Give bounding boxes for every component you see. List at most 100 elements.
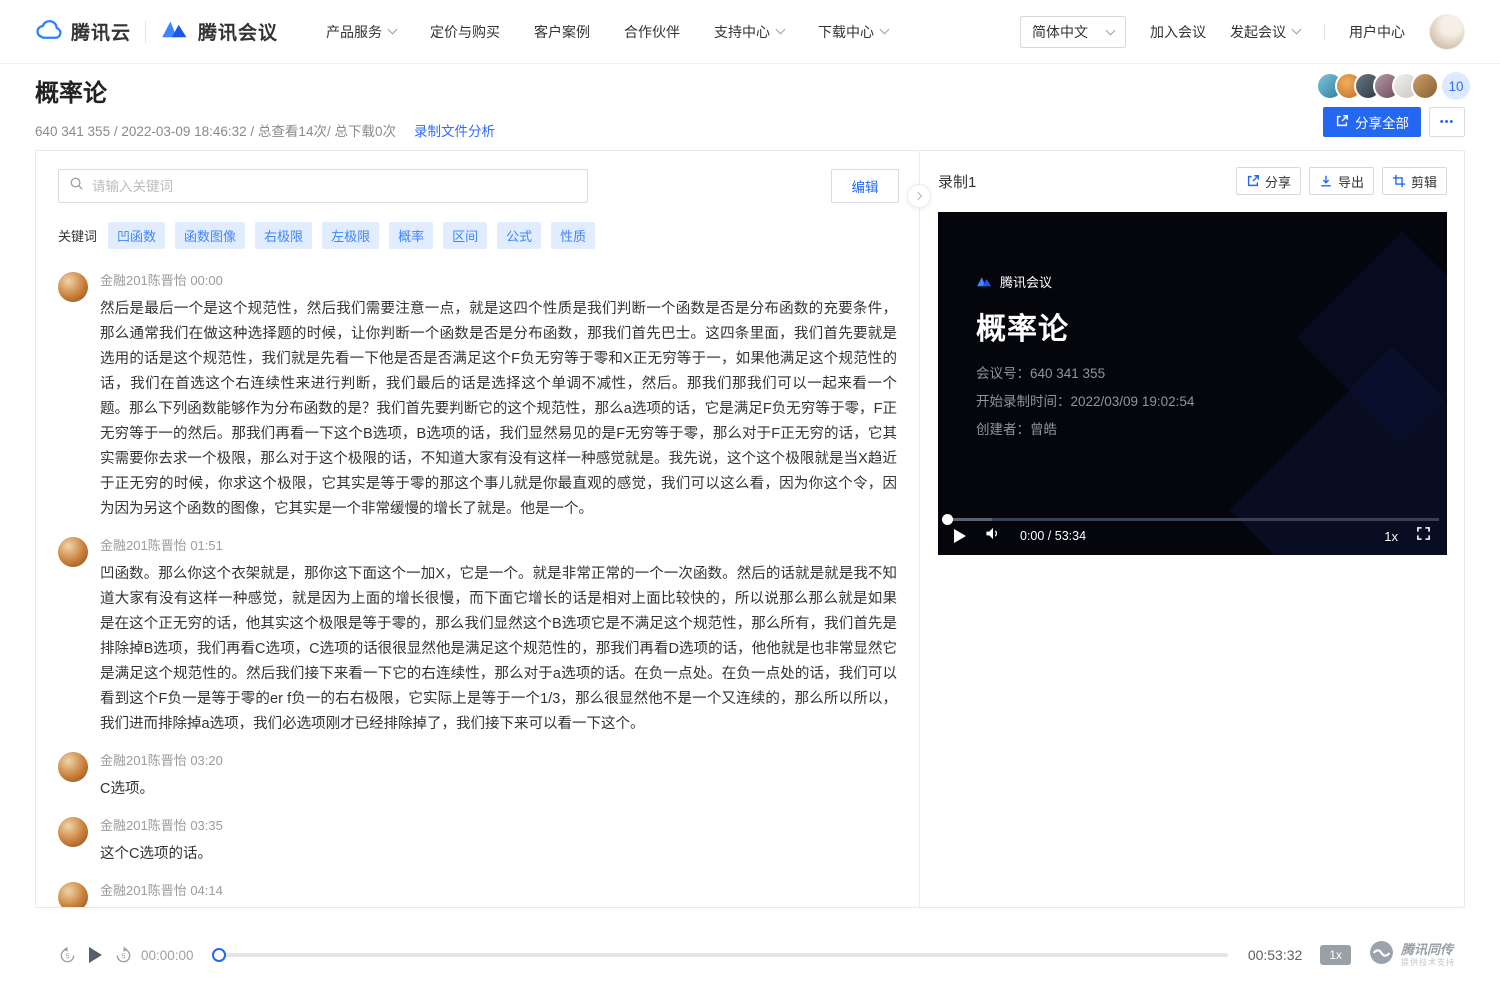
meeting-mountains-icon [976,275,993,288]
nav-item-partners[interactable]: 合作伙伴 [624,22,680,42]
nav-item-cases[interactable]: 客户案例 [534,22,590,42]
topbar-divider [1324,24,1325,40]
keyword-tag[interactable]: 左极限 [322,222,379,249]
start-meeting-link[interactable]: 发起会议 [1230,22,1300,42]
record-analysis-link[interactable]: 录制文件分析 [414,124,495,139]
keyword-tag[interactable]: 凹函数 [108,222,165,249]
playback-speed-button[interactable]: 1x [1320,945,1351,965]
share-icon [1246,174,1260,188]
cloud-icon [35,18,63,45]
timeline-slider[interactable] [214,953,1228,957]
transcript-entry[interactable]: 金融201陈晋怡 03:20 C选项。 [58,750,897,802]
video-player[interactable]: 腾讯会议 概率论 会议号：640 341 355 开始录制时间：2022/03/… [938,212,1447,555]
speaker-avatar [58,272,88,302]
user-avatar[interactable] [1429,14,1465,50]
brand-divider [145,21,146,43]
chevron-down-icon [880,25,890,35]
transcript-entries: 金融201陈晋怡 00:00 然后是最后一个是这个规范性，然后我们需要注意一点，… [58,270,897,907]
search-icon [69,176,84,196]
rewind-5-icon[interactable]: 5 [58,946,77,965]
share-all-button[interactable]: 分享全部 [1323,107,1421,137]
tencent-tongchuan-brand: 腾讯同传 提供技术支持 [1369,940,1455,970]
video-record-time: 开始录制时间：2022/03/09 19:02:54 [976,388,1194,416]
nav-item-products[interactable]: 产品服务 [326,22,396,42]
clip-recording-button[interactable]: 剪辑 [1382,167,1447,195]
nav-item-support[interactable]: 支持中心 [714,22,784,42]
ellipsis-icon: ••• [1440,116,1455,128]
volume-icon[interactable] [984,526,1002,546]
current-time: 00:00:00 [141,948,194,963]
meta-text: 640 341 355 / 2022-03-09 18:46:32 / 总查看1… [35,124,396,139]
video-brand-label: 腾讯会议 [1000,272,1052,291]
recording-title: 录制1 [938,171,976,192]
keyword-tag[interactable]: 概率 [389,222,433,249]
chevron-down-icon [388,25,398,35]
keyword-search-box [58,169,588,203]
export-recording-button[interactable]: 导出 [1309,167,1374,195]
tongchuan-sublabel: 提供技术支持 [1401,958,1455,967]
svg-text:5: 5 [65,951,69,960]
language-select[interactable]: 简体中文 [1020,16,1126,48]
forward-5-icon[interactable]: 5 [114,946,133,965]
timeline-knob[interactable] [212,948,226,962]
speaker-name: 金融201陈晋怡 [100,818,187,833]
chevron-right-icon [914,192,922,200]
video-speed-button[interactable]: 1x [1384,529,1398,544]
keywords-label: 关键词 [58,226,97,245]
tongchuan-label: 腾讯同传 [1401,943,1455,958]
keyword-tag[interactable]: 公式 [497,222,541,249]
chevron-down-icon [1292,25,1302,35]
keywords-row: 关键词 凹函数 函数图像 右极限 左极限 概率 区间 公式 性质 [58,222,897,249]
search-input[interactable] [92,179,577,194]
meeting-meta: 640 341 355 / 2022-03-09 18:46:32 / 总查看1… [35,120,495,140]
transcript-panel: 编辑 关键词 凹函数 函数图像 右极限 左极限 概率 区间 公式 性质 金融20… [36,151,919,907]
total-time: 00:53:32 [1248,947,1303,963]
play-button[interactable] [89,947,102,963]
main-card: 编辑 关键词 凹函数 函数图像 右极限 左极限 概率 区间 公式 性质 金融20… [35,150,1465,908]
download-icon [1319,174,1333,188]
nav-item-download[interactable]: 下载中心 [818,22,888,42]
speaker-name: 金融201陈晋怡 [100,538,187,553]
entry-text: C选项。 [100,777,897,802]
speaker-avatar [58,537,88,567]
share-icon [1335,114,1349,131]
keyword-tag[interactable]: 右极限 [255,222,312,249]
share-recording-button[interactable]: 分享 [1236,167,1301,195]
viewer-count-badge: 10 [1442,72,1470,100]
page-title: 概率论 [35,73,107,108]
entry-timestamp: 04:14 [190,883,223,898]
entry-timestamp: 01:51 [190,538,223,553]
speaker-name: 金融201陈晋怡 [100,883,187,898]
join-meeting-link[interactable]: 加入会议 [1150,22,1206,42]
transcript-entry[interactable]: 金融201陈晋怡 01:51 凹函数。那么你这个衣架就是，那你这下面这个一加X，… [58,535,897,737]
transcript-entry[interactable]: 金融201陈晋怡 04:14 Sorry，大家这题我还是没有很准备好，这样，我们… [58,880,897,907]
fullscreen-icon[interactable] [1416,526,1431,546]
bottom-player-bar: 5 5 00:00:00 00:53:32 1x 腾讯同传 提供技术支持 [0,930,1500,980]
entry-text: 凹函数。那么你这个衣架就是，那你这下面这个一加X，它是一个。就是非常正常的一个一… [100,562,897,737]
transcript-entry[interactable]: 金融201陈晋怡 00:00 然后是最后一个是这个规范性，然后我们需要注意一点，… [58,270,897,522]
meeting-mountains-icon [160,18,190,45]
speaker-name: 金融201陈晋怡 [100,753,187,768]
keyword-tag[interactable]: 函数图像 [175,222,245,249]
edit-button[interactable]: 编辑 [831,169,899,203]
keyword-tag[interactable]: 性质 [551,222,595,249]
entry-text: 然后是最后一个是这个规范性，然后我们需要注意一点，就是这四个性质是我们判断一个函… [100,297,897,522]
nav-item-pricing[interactable]: 定价与购买 [430,22,500,42]
entry-text: 这个C选项的话。 [100,842,897,867]
tencent-meeting-logo[interactable]: 腾讯会议 [160,18,278,45]
svg-text:5: 5 [121,951,125,960]
entry-timestamp: 03:35 [190,818,223,833]
tencent-cloud-logo[interactable]: 腾讯云 [35,18,131,45]
collapse-panel-button[interactable] [907,184,931,208]
crop-icon [1392,174,1406,188]
keyword-tag[interactable]: 区间 [443,222,487,249]
transcript-entry[interactable]: 金融201陈晋怡 03:35 这个C选项的话。 [58,815,897,867]
video-play-button[interactable] [954,529,966,543]
more-actions-button[interactable]: ••• [1429,107,1465,137]
speaker-avatar [58,817,88,847]
viewer-avatar-stack[interactable]: 10 [1316,72,1470,100]
user-center-link[interactable]: 用户中心 [1349,22,1405,42]
main-navigation: 产品服务 定价与购买 客户案例 合作伙伴 支持中心 下载中心 [326,22,888,42]
chevron-down-icon [776,25,786,35]
video-title: 概率论 [976,304,1069,348]
